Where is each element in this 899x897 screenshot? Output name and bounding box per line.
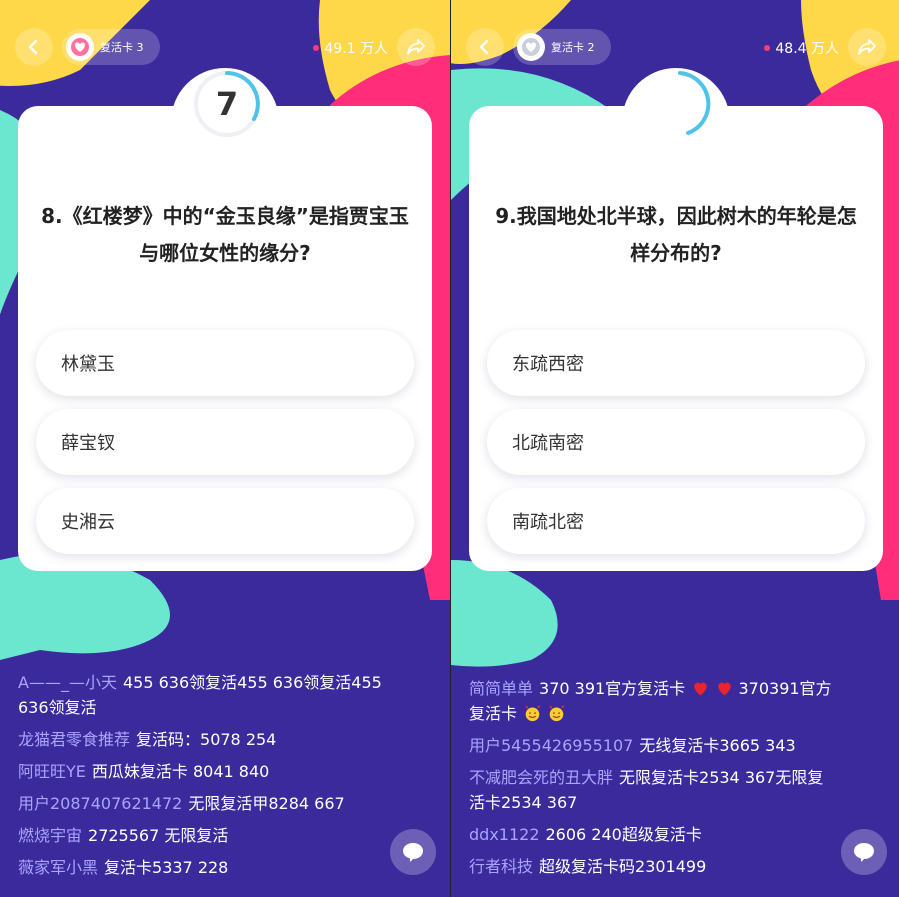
- option-2[interactable]: 北疏南密: [487, 409, 865, 475]
- share-icon: [858, 39, 876, 55]
- comment-text: 西瓜妹复活卡 8041 840: [91, 762, 270, 781]
- heart-icon: [71, 38, 89, 56]
- comment-item: 不减肥会死的丑大胖 无限复活卡2534 367无限复活卡2534 367: [469, 765, 839, 815]
- online-count-text: 48.4 万人: [775, 41, 839, 57]
- comment-user: 简简单单: [469, 679, 534, 698]
- comment-item: 行者科技 超级复活卡码2301499: [469, 854, 839, 879]
- option-3[interactable]: 史湘云: [36, 488, 414, 554]
- revive-card-pill[interactable]: 复活卡 3: [62, 29, 160, 65]
- comment-item: ddx1122 2606 240超级复活卡: [469, 822, 839, 847]
- comment-user: 用户5455426955107: [469, 736, 634, 755]
- online-count: 48.4 万人: [764, 38, 839, 58]
- comment-text: 超级复活卡码2301499: [539, 857, 707, 876]
- timer-ring-icon: [678, 71, 711, 135]
- comment-user: 用户2087407621472: [18, 794, 183, 813]
- red-heart-emoji: [718, 682, 732, 696]
- countdown-number: 7: [215, 85, 239, 123]
- option-2[interactable]: 薛宝钗: [36, 409, 414, 475]
- chat-bubble-icon: [403, 843, 423, 862]
- comment-item: 燃烧宇宙 2725567 无限复活: [18, 823, 388, 848]
- comment-text: 无线复活卡3665 343: [639, 736, 796, 755]
- comment-text: 2606 240超级复活卡: [545, 825, 702, 844]
- revive-card-label: 复活卡 3: [100, 41, 144, 54]
- back-arrow-icon: [28, 39, 38, 55]
- chat-button[interactable]: [390, 829, 436, 875]
- comment-user: 薇家军小黑: [18, 858, 99, 877]
- comment-text: 2725567 无限复活: [88, 826, 229, 845]
- back-button[interactable]: [15, 28, 53, 66]
- smiling-hearts-emoji: [549, 705, 565, 722]
- share-button[interactable]: [397, 28, 435, 66]
- live-dot-icon: [764, 45, 771, 51]
- comment-item: 龙猫君零食推荐 复活码：5078 254: [18, 727, 388, 752]
- comment-item: 简简单单 370 391官方复活卡 370391官方复活卡: [469, 676, 839, 726]
- quiz-screen-left: 复活卡 3 49.1 万人 7 8.《红楼梦》中的“金玉良缘”是指贾宝玉与哪位女…: [0, 0, 450, 897]
- question-text: 8.《红楼梦》中的“金玉良缘”是指贾宝玉与哪位女性的缘分?: [41, 204, 409, 265]
- comment-text: 复活码：5078 254: [136, 730, 277, 749]
- comment-user: A——_—小天: [18, 673, 117, 692]
- comment-user: 龙猫君零食推荐: [18, 730, 131, 749]
- comment-user: 阿旺旺YE: [18, 762, 86, 781]
- heart-icon: [522, 38, 540, 56]
- back-button[interactable]: [466, 28, 504, 66]
- chat-bubble-icon: [854, 843, 874, 862]
- comment-item: 用户5455426955107 无线复活卡3665 343: [469, 733, 839, 758]
- comment-text: 复活卡5337 228: [104, 858, 229, 877]
- comment-text: 无限复活甲8284 667: [188, 794, 345, 813]
- share-button[interactable]: [848, 28, 886, 66]
- heart-badge: [517, 33, 545, 61]
- comment-list: 简简单单 370 391官方复活卡 370391官方复活卡 用户545542695…: [469, 676, 839, 886]
- quiz-screen-right: 复活卡 2 48.4 万人 9.我国地处北半球，因此树木的年轮是怎样分布的? 东…: [451, 0, 899, 897]
- heart-badge: [66, 33, 94, 61]
- comment-item: 阿旺旺YE 西瓜妹复活卡 8041 840: [18, 759, 388, 784]
- option-1[interactable]: 林黛玉: [36, 330, 414, 396]
- comment-user: 不减肥会死的丑大胖: [469, 768, 614, 787]
- comment-user: ddx1122: [469, 825, 540, 844]
- revive-card-pill[interactable]: 复活卡 2: [513, 29, 611, 65]
- red-heart-emoji: [694, 682, 707, 696]
- comment-item: 薇家军小黑 复活卡5337 228: [18, 855, 388, 880]
- question-text: 9.我国地处北半球，因此树木的年轮是怎样分布的?: [495, 204, 857, 265]
- back-arrow-icon: [479, 39, 489, 55]
- comment-user: 行者科技: [469, 857, 534, 876]
- comment-text: 370 391官方复活卡: [539, 679, 686, 698]
- online-count: 49.1 万人: [313, 38, 388, 58]
- comment-user: 燃烧宇宙: [18, 826, 83, 845]
- revive-card-label: 复活卡 2: [551, 41, 595, 54]
- online-count-text: 49.1 万人: [324, 41, 388, 57]
- chat-button[interactable]: [841, 829, 887, 875]
- share-icon: [407, 39, 425, 55]
- comment-list: A——_—小天 455 636领复活455 636领复活455 636领复活 龙猫…: [18, 670, 388, 887]
- option-3[interactable]: 南疏北密: [487, 488, 865, 554]
- option-1[interactable]: 东疏西密: [487, 330, 865, 396]
- live-dot-icon: [313, 45, 320, 51]
- comment-item: 用户2087407621472 无限复活甲8284 667: [18, 791, 388, 816]
- smiling-hearts-emoji: [525, 705, 541, 722]
- comment-item: A——_—小天 455 636领复活455 636领复活455 636领复活: [18, 670, 388, 720]
